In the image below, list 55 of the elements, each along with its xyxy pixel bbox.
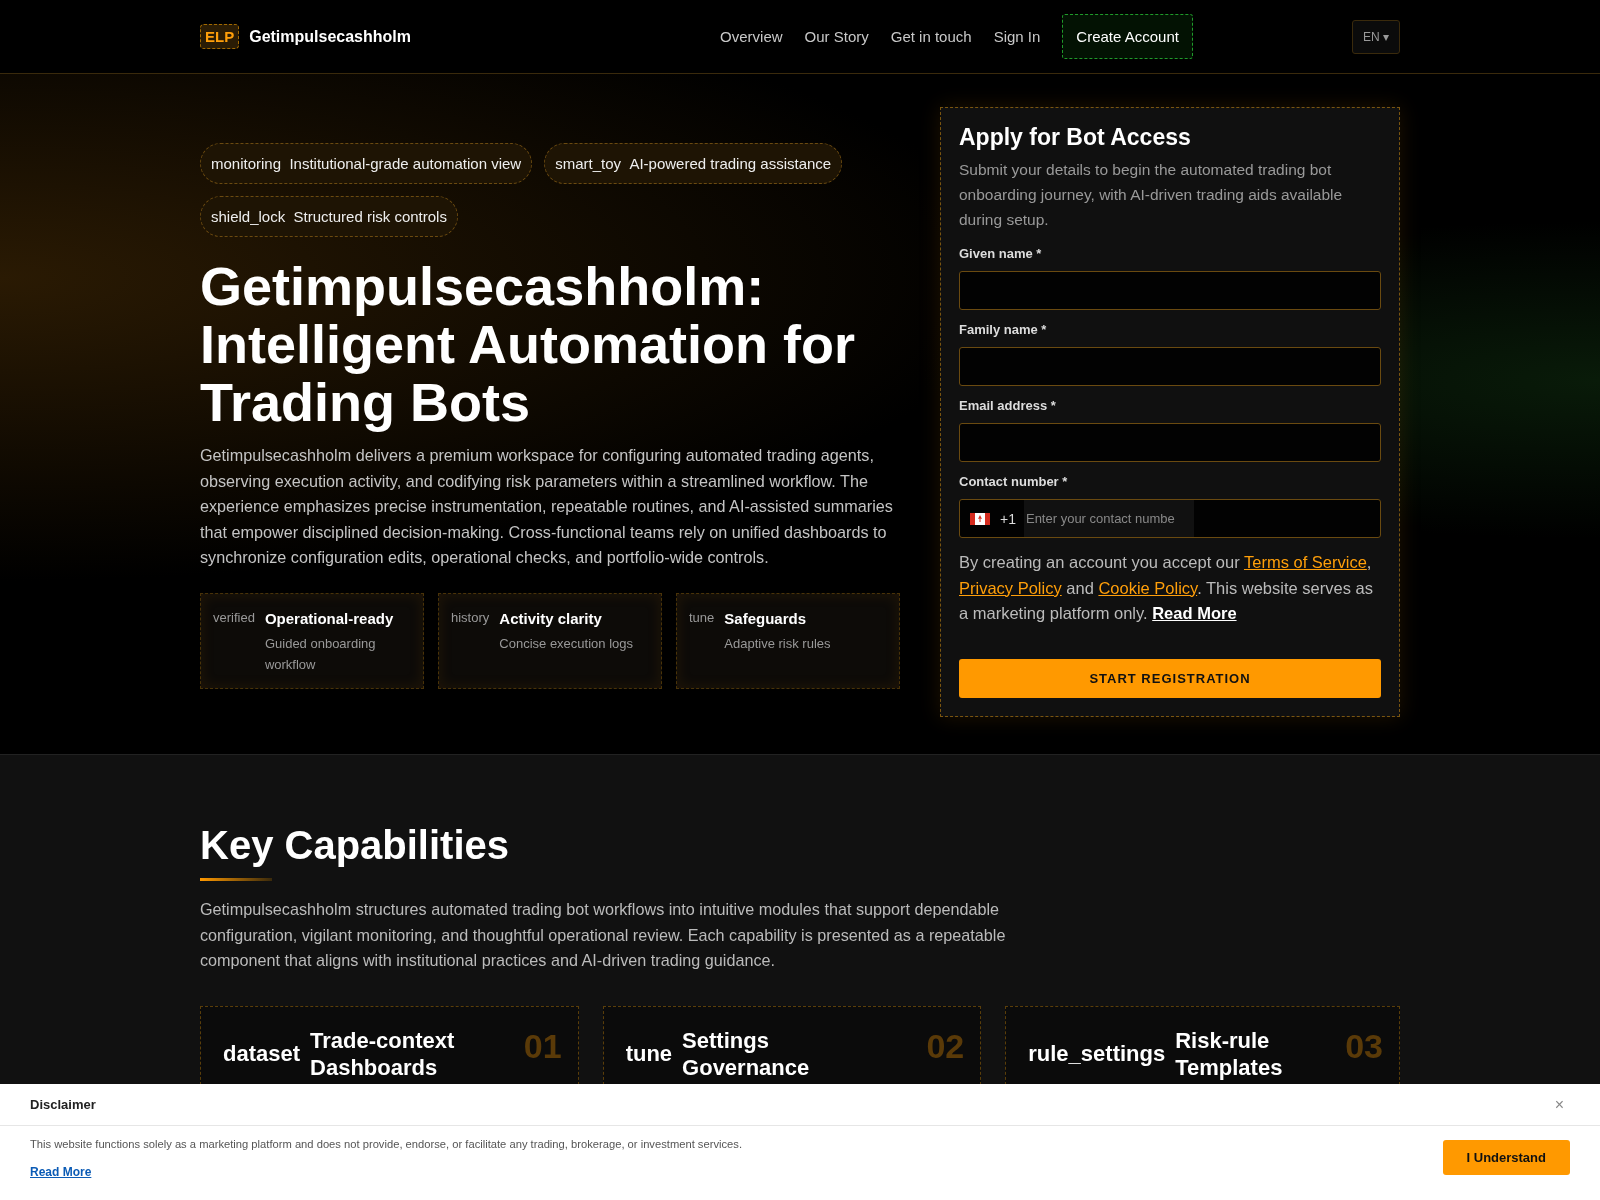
field-label: Family name * bbox=[959, 322, 1048, 337]
read-more-link[interactable]: Read More bbox=[30, 1165, 92, 1179]
capability-number: 03 bbox=[1345, 1026, 1383, 1066]
capability-number: 02 bbox=[926, 1026, 965, 1066]
understand-button[interactable]: I Understand bbox=[1442, 1140, 1570, 1175]
field-label: Email address * bbox=[959, 398, 1057, 413]
feature-icon-label: tune bbox=[689, 609, 715, 627]
field-label: Contact number * bbox=[959, 474, 1069, 489]
feature-title: Activity clarity bbox=[499, 609, 603, 627]
create-account-button[interactable]: Create Account bbox=[1062, 14, 1193, 59]
feature-text: Adaptive risk rules bbox=[724, 634, 831, 653]
consent-text: By creating an account you accept our Terms of Service, Privacy Policy and Cookie Policy. This website serves as a marketing platform only. Read More bbox=[959, 552, 1374, 624]
capability-icon-label: tune bbox=[625, 1040, 673, 1067]
disclaimer-title: Disclaimer bbox=[30, 1097, 96, 1112]
capability-icon-label: rule_settings bbox=[1028, 1040, 1166, 1067]
start-registration-button[interactable]: START REGISTRATION bbox=[959, 658, 1381, 698]
capability-icon-label: dataset bbox=[223, 1040, 301, 1067]
feature-text: Concise execution logs bbox=[499, 634, 633, 653]
cookie-link[interactable]: Cookie Policy bbox=[1098, 578, 1198, 597]
capability-title: Risk-rule Templates bbox=[1175, 1026, 1284, 1081]
feature-title: Safeguards bbox=[724, 609, 807, 627]
hero-description: Getimpulsecashholm delivers a premium workspace for configuring automated trading agents, observing execution activity, and codifying risk parameters within a streamlined workflow. The experience emphasizes precise instrumentation, repeatable routines, and AI-assisted summaries that empower disciplined decision-making. Cross-functional teams rely on unified dashboards to synchronize configuration edits, operational checks, and portfolio-wide controls. bbox=[200, 445, 894, 569]
nav-link[interactable]: Sign In bbox=[993, 28, 1041, 45]
text-field[interactable] bbox=[959, 423, 1381, 462]
nav-link[interactable]: Get in touch bbox=[890, 28, 972, 45]
section-description: Getimpulsecashholm structures automated trading bot workflows into intuitive modules that support dependable configuration, vigilant monitoring, and thoughtful operational review. Each capability is presented as a repeatable component that aligns with institutional practices and AI-driven trading guidance. bbox=[200, 899, 1007, 972]
close-button[interactable]: × bbox=[1548, 1094, 1570, 1115]
disclaimer-text: This website functions solely as a marketing platform and does not provide, endorse, or facilitate any trading, brokerage, or investment services. bbox=[30, 1138, 742, 1150]
feature-title: Operational-ready bbox=[264, 609, 395, 627]
field-label: Given name * bbox=[959, 246, 1043, 261]
feature-icon-label: verified bbox=[213, 609, 255, 627]
form-subtitle: Submit your details to begin the automated trading bot onboarding journey, with AI-driven trading aids available during setup. bbox=[959, 160, 1344, 230]
feature-chip: smart_toy AI-powered trading assistance bbox=[544, 143, 843, 184]
feature-chip: monitoring Institutional-grade automation view bbox=[200, 143, 533, 184]
privacy-link[interactable]: Privacy Policy bbox=[959, 578, 1062, 597]
form-title: Apply for Bot Access bbox=[959, 124, 1192, 151]
logo-mark[interactable]: ELP bbox=[200, 24, 240, 49]
capability-title: Trade-context Dashboards bbox=[310, 1026, 456, 1081]
terms-link[interactable]: Terms of Service bbox=[1243, 553, 1367, 571]
text-field[interactable] bbox=[959, 271, 1381, 310]
language-selector[interactable]: EN ▾ bbox=[1351, 19, 1400, 54]
nav-link[interactable]: Our Story bbox=[804, 28, 869, 45]
feature-text: Guided onboarding workflow bbox=[264, 634, 377, 674]
phone-field[interactable]: +1 Enter your contact numbe bbox=[959, 499, 1381, 538]
text-field[interactable] bbox=[959, 347, 1381, 386]
nav-link[interactable]: Overview bbox=[720, 28, 783, 45]
feature-chip: shield_lock Structured risk controls bbox=[200, 196, 458, 237]
read-more-link[interactable]: Read More bbox=[1152, 604, 1237, 622]
feature-icon-label: history bbox=[451, 609, 490, 627]
brand-name[interactable]: Getimpulsecashholm bbox=[249, 27, 411, 46]
section-title: Key Capabilities bbox=[200, 823, 510, 868]
flag-icon bbox=[970, 512, 990, 525]
capability-number: 01 bbox=[523, 1026, 562, 1066]
capability-title: Settings Governance bbox=[682, 1026, 811, 1081]
hero-title: Getimpulsecashholm: Intelligent Automation for Trading Bots bbox=[200, 257, 856, 431]
